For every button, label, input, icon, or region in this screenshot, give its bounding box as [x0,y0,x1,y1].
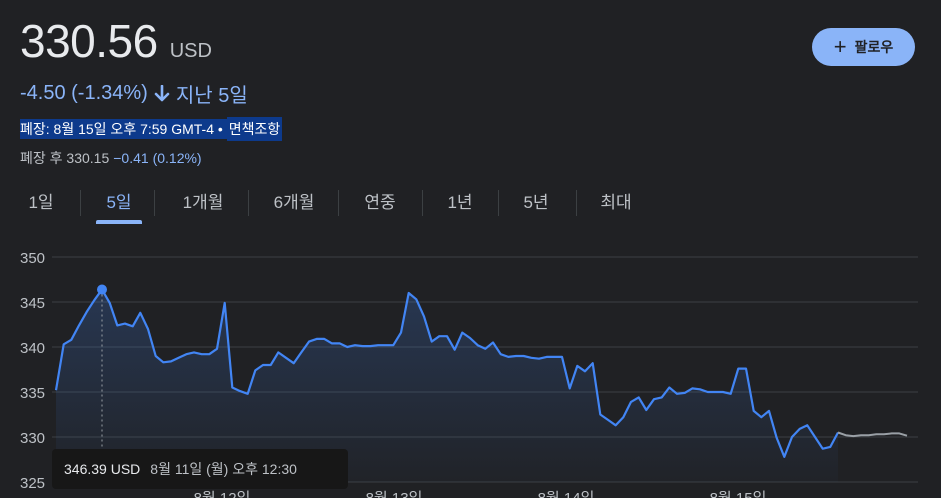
tab-1y[interactable]: 1년 [436,186,484,224]
y-tick-label: 350 [20,250,45,267]
tab-label: 5일 [106,193,132,212]
y-tick-label: 330 [20,430,45,447]
tab-separator [338,190,339,216]
tab-separator [576,190,577,216]
y-tick-label: 340 [20,340,45,357]
tooltip-value: 346.39 USD [64,461,141,477]
tab-separator [80,190,81,216]
after-hours-price: 폐장 후 330.15 [20,150,110,166]
tab-separator [422,190,423,216]
chart-tooltip: 346.39 USD 8월 11일 (월) 오후 12:30 [52,449,348,489]
y-tick-label: 345 [20,295,45,312]
tab-label: 연중 [364,193,396,212]
after-hours-series-line [837,431,908,438]
follow-button-label: 팔로우 [854,39,894,55]
tab-label: 1년 [447,193,473,212]
tooltip-time: 8월 11일 (월) 오후 12:30 [150,461,297,477]
separator-bullet: • [214,119,227,139]
x-tick-label: 8월 14일 [538,490,595,498]
tab-label: 최대 [600,193,632,212]
market-closed-info: 폐장: 8월 15일 오후 7:59 GMT-4 • 면책조항 [20,117,283,144]
tab-5d[interactable]: 5일 [96,186,142,224]
disclaimer-link[interactable]: 면책조항 [226,117,283,141]
currency-label: USD [169,40,212,62]
tab-separator [248,190,249,216]
after-hours-change: −0.41 (0.12%) [113,150,202,166]
after-hours-info: 폐장 후 330.15 −0.41 (0.12%) [20,148,202,168]
price-header: 330.56 USD [20,14,212,68]
tab-label: 1일 [28,193,54,212]
tab-label: 5년 [523,193,549,212]
change-period: 지난 5일 [175,85,248,107]
tab-ytd[interactable]: 연중 [352,186,408,224]
tab-1d[interactable]: 1일 [18,186,64,224]
tab-6m[interactable]: 6개월 [262,186,326,224]
current-price: 330.56 [20,15,158,67]
tab-separator [498,190,499,216]
price-change-row: -4.50 (-1.34%) 지난 5일 [20,79,248,108]
y-tick-label: 325 [20,475,45,492]
tab-max[interactable]: 최대 [590,186,642,224]
tab-1m[interactable]: 1개월 [170,186,236,224]
y-tick-label: 335 [20,385,45,402]
follow-button[interactable]: + 팔로우 [812,28,915,66]
arrow-down-icon [154,84,170,101]
price-change: -4.50 (-1.34%) [20,82,148,104]
x-tick-label: 8월 15일 [710,490,767,498]
closed-time: 폐장: 8월 15일 오후 7:59 GMT-4 [20,119,215,139]
highlight-point [97,284,107,295]
tab-5y[interactable]: 5년 [512,186,560,224]
range-tabs: 1일 5일 1개월 6개월 연중 1년 5년 최대 [0,186,941,226]
tab-label: 1개월 [182,193,224,212]
x-tick-label: 8월 13일 [366,490,423,498]
plus-icon: + [833,34,847,59]
active-tab-indicator [96,220,142,224]
x-tick-label: 8월 12일 [194,490,251,498]
tab-separator [154,190,155,216]
tab-label: 6개월 [273,193,315,212]
